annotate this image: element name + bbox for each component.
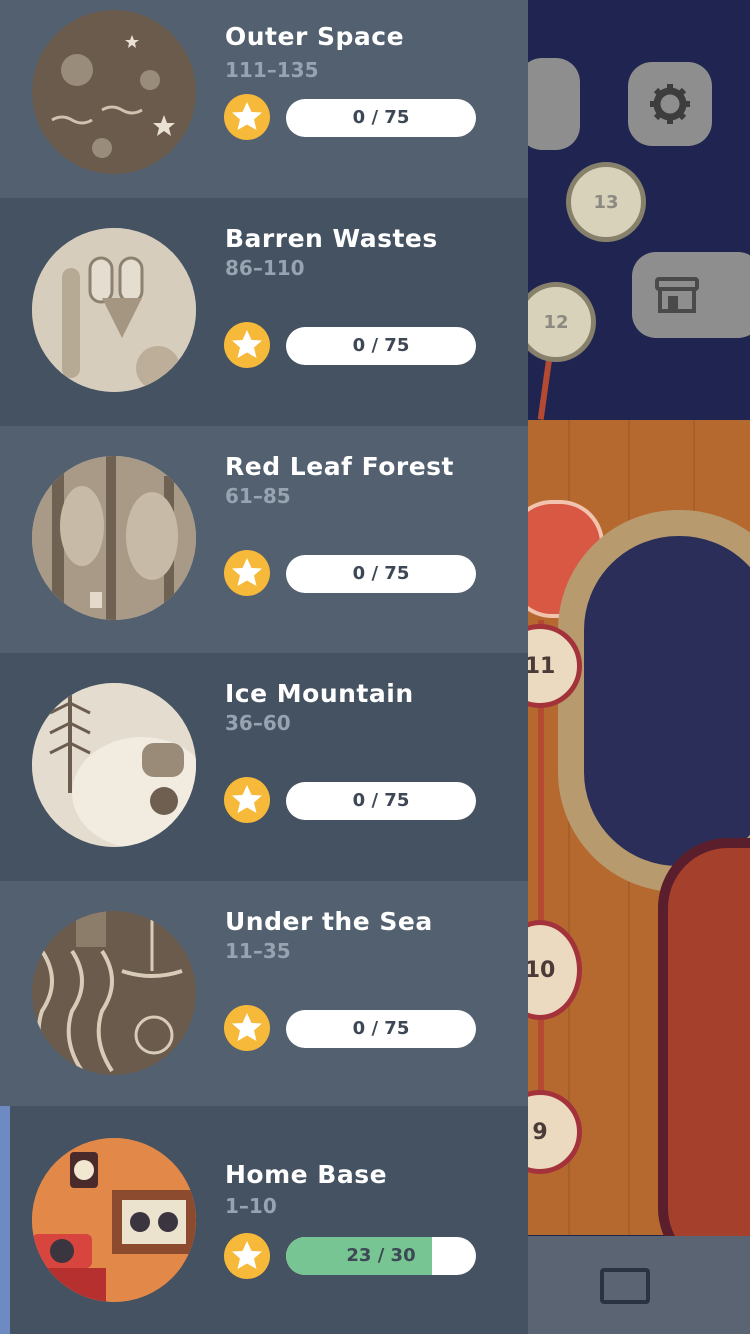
shop-button[interactable] [632,252,750,338]
world-range: 36–60 [225,711,291,735]
world-range: 1–10 [225,1194,277,1218]
star-count: 23 / 30 [346,1245,416,1266]
world-list-panel: Outer Space 111–135 0 / 75 Barren Wastes… [0,0,528,1334]
level-number: 12 [543,311,569,333]
star-progress-bar: 0 / 75 [286,555,476,593]
world-item-under-the-sea[interactable]: Under the Sea 11–35 0 / 75 [0,881,528,1109]
desert-fox-icon [32,228,196,392]
world-item-home-base[interactable]: Home Base 1–10 23 / 30 [0,1106,528,1334]
world-name: Barren Wastes [225,224,438,253]
world-range: 111–135 [225,58,319,82]
star-icon [224,322,270,368]
star-count: 0 / 75 [352,790,410,811]
forest-icon [32,456,196,620]
level-number: 13 [593,191,619,213]
star-icon [224,1233,270,1279]
menu-button[interactable] [528,58,580,150]
star-count: 0 / 75 [352,107,410,128]
star-count: 0 / 75 [352,563,410,584]
world-range: 86–110 [225,256,305,280]
star-icon [224,94,270,140]
world-name: Red Leaf Forest [225,452,454,481]
level-number: 11 [528,653,556,679]
world-name: Ice Mountain [225,679,414,708]
shop-icon [655,277,699,313]
planets-icon [32,10,196,174]
world-range: 61–85 [225,484,291,508]
level-node[interactable]: 13 [566,162,646,242]
star-icon [224,550,270,596]
world-range: 11–35 [225,939,291,963]
world-name: Under the Sea [225,907,433,936]
world-name: Home Base [225,1160,388,1189]
star-count: 0 / 75 [352,335,410,356]
world-item-outer-space[interactable]: Outer Space 111–135 0 / 75 [0,0,528,198]
yeti-icon [32,683,196,847]
star-progress-bar: 23 / 30 [286,1237,476,1275]
star-count: 0 / 75 [352,1018,410,1039]
star-progress-bar: 0 / 75 [286,1010,476,1048]
star-progress-bar: 0 / 75 [286,782,476,820]
star-icon [224,1005,270,1051]
star-progress-bar: 0 / 75 [286,327,476,365]
star-progress-bar: 0 / 75 [286,99,476,137]
porthole [558,510,750,892]
gear-icon [650,84,690,124]
world-item-barren-wastes[interactable]: Barren Wastes 86–110 0 / 75 [0,198,528,426]
level-number: 10 [528,957,556,983]
home-room-icon [32,1138,196,1302]
news-icon[interactable] [600,1268,650,1304]
level-map: 13 12 11 10 9 [528,0,750,1334]
star-icon [224,777,270,823]
world-item-ice-mountain[interactable]: Ice Mountain 36–60 0 / 75 [0,653,528,881]
world-name: Outer Space [225,22,405,51]
world-item-red-leaf-forest[interactable]: Red Leaf Forest 61–85 0 / 75 [0,426,528,654]
settings-button[interactable] [628,62,712,146]
octopus-icon [32,911,196,1075]
level-number: 9 [532,1119,548,1145]
creature-face [658,838,750,1278]
